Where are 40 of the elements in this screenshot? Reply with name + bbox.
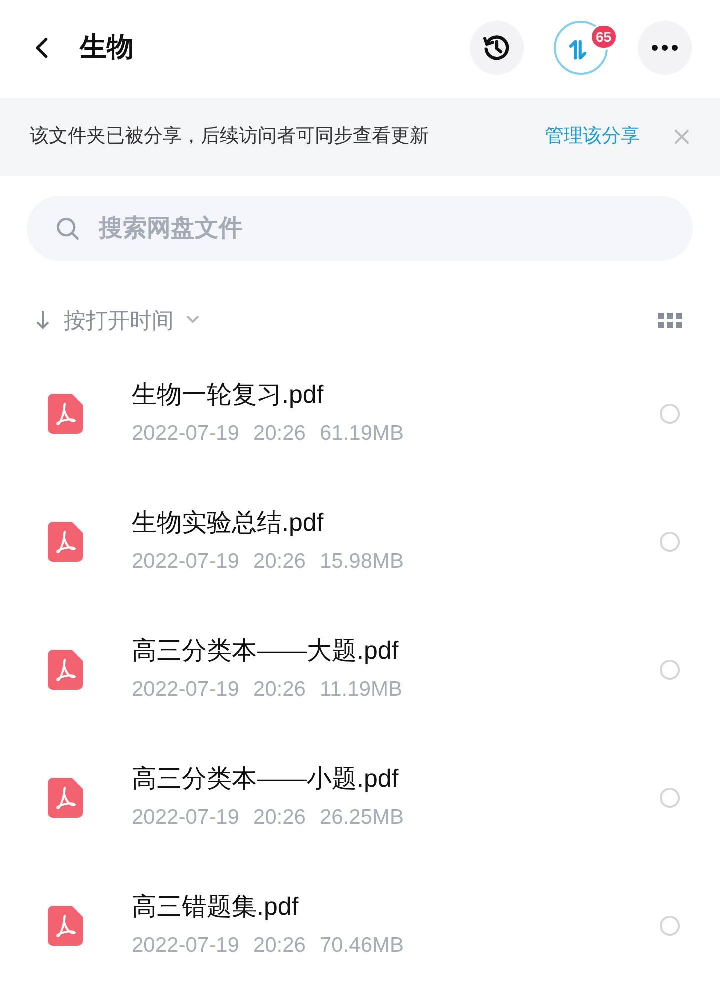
file-date: 2022-07-19	[132, 933, 240, 960]
pdf-file-icon	[48, 906, 83, 946]
file-name[interactable]: 生物一轮复习.pdf	[132, 378, 660, 412]
file-date: 2022-07-19	[132, 677, 240, 704]
share-message: 该文件夹已被分享，后续访问者可同步查看更新	[30, 124, 429, 149]
search-icon	[55, 216, 81, 242]
up-down-arrows-icon[interactable]	[569, 40, 587, 60]
file-date: 2022-07-19	[132, 805, 240, 832]
select-checkbox[interactable]	[660, 788, 680, 808]
file-name[interactable]: 生物实验总结.pdf	[132, 506, 660, 540]
grid-view-icon[interactable]	[658, 312, 682, 328]
page-title: 生物	[80, 31, 134, 64]
file-name[interactable]: 高三分类本——小题.pdf	[132, 762, 660, 796]
file-time: 20:26	[253, 421, 306, 448]
file-time: 20:26	[253, 677, 306, 704]
file-time: 20:26	[253, 933, 306, 960]
file-time: 20:26	[253, 805, 306, 832]
file-size: 11.19MB	[320, 677, 402, 704]
file-name[interactable]: 高三错题集.pdf	[132, 890, 660, 924]
pdf-file-icon	[48, 778, 83, 818]
select-checkbox[interactable]	[660, 532, 680, 552]
pdf-file-icon	[48, 650, 83, 690]
file-size: 61.19MB	[320, 421, 404, 448]
file-date: 2022-07-19	[132, 549, 240, 576]
more-icon[interactable]	[651, 44, 679, 52]
file-name[interactable]: 高三分类本——大题.pdf	[132, 634, 660, 668]
transfer-count-badge: 65	[590, 24, 618, 50]
file-size: 70.46MB	[320, 933, 404, 960]
pdf-file-icon	[48, 522, 83, 562]
select-checkbox[interactable]	[660, 916, 680, 936]
pdf-file-icon	[48, 394, 83, 434]
file-date: 2022-07-19	[132, 421, 240, 448]
sort-arrow-icon[interactable]	[34, 309, 52, 331]
file-size: 15.98MB	[320, 549, 404, 576]
chevron-down-icon[interactable]	[186, 315, 200, 325]
select-checkbox[interactable]	[660, 660, 680, 680]
select-checkbox[interactable]	[660, 404, 680, 424]
file-size: 26.25MB	[320, 805, 404, 832]
close-icon[interactable]	[674, 129, 690, 145]
file-time: 20:26	[253, 549, 306, 576]
